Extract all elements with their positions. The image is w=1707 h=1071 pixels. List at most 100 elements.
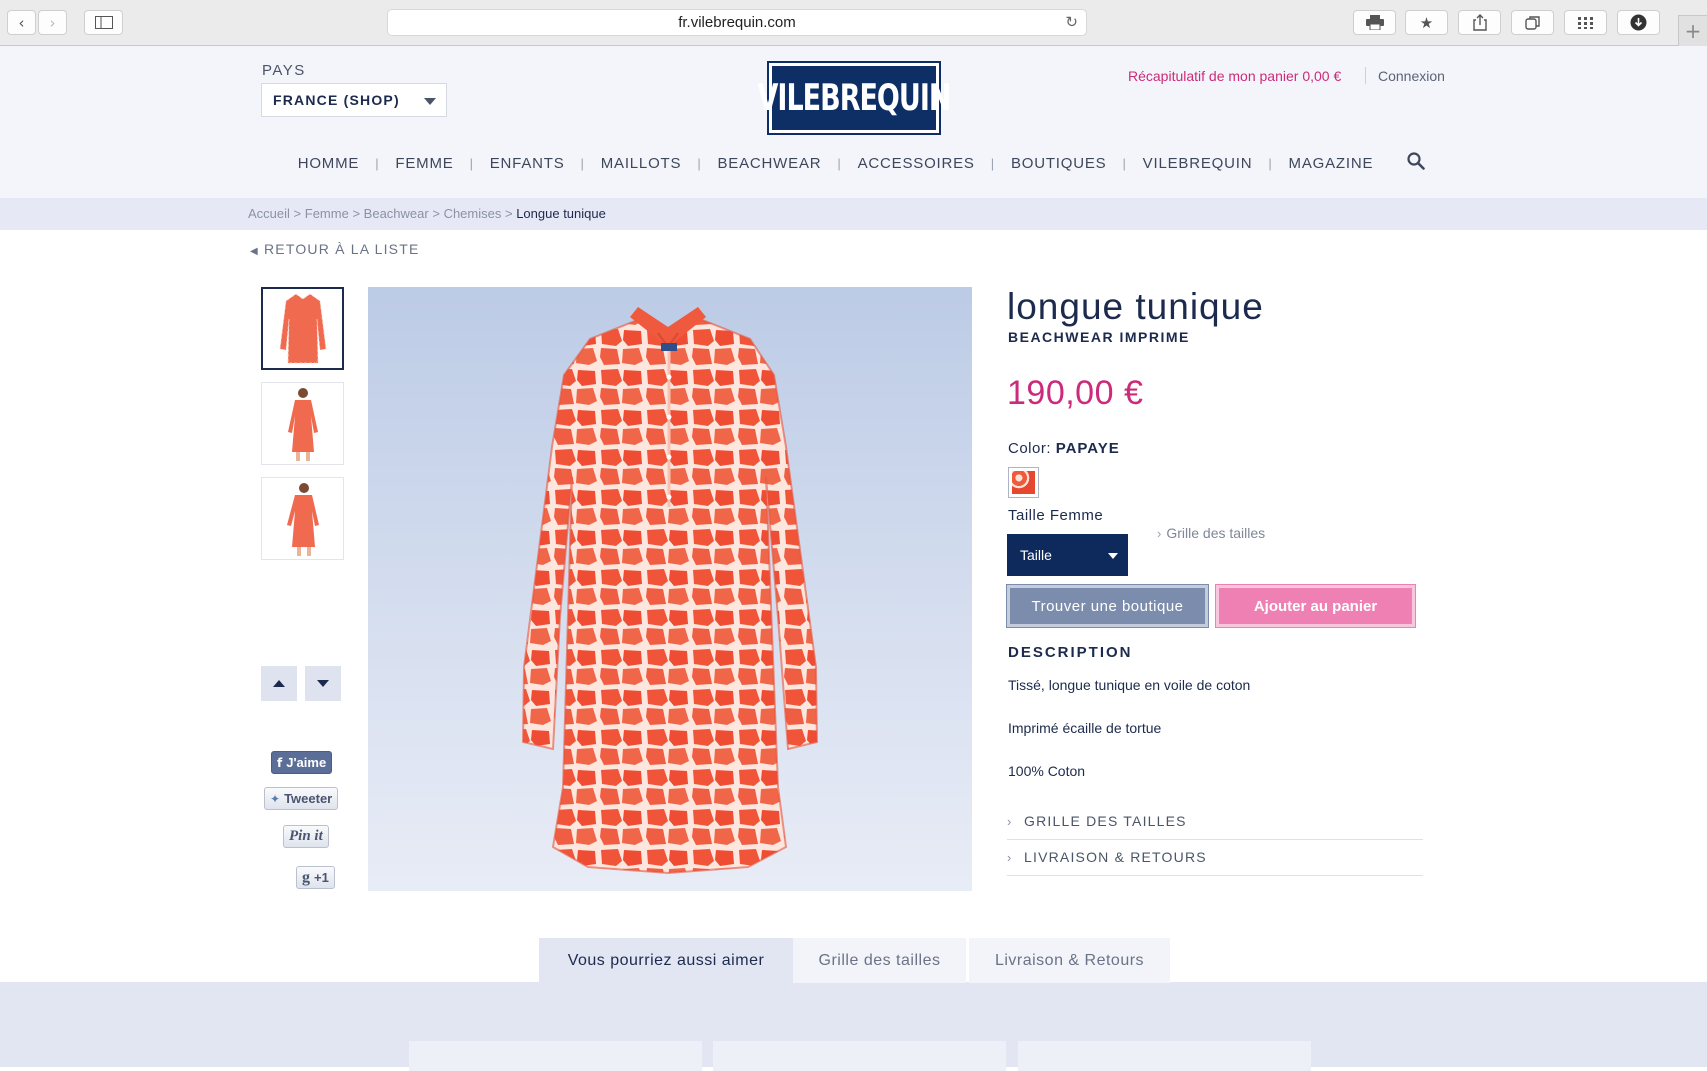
cart-summary-link[interactable]: Récapitulatif de mon panier 0,00 € [1128,68,1341,84]
tab-you-may-also-like[interactable]: Vous pourriez aussi aimer [539,938,793,983]
apps-grid-icon[interactable] [1564,10,1607,35]
logo-text: VILEBREQUIN [757,77,952,119]
vilebrequin-logo[interactable]: VILEBREQUIN [758,61,951,135]
description-line: Tissé, longue tunique en voile de coton [1008,677,1251,693]
caret-left-icon: ◀ [250,246,259,257]
size-select-value: Taille [1020,547,1052,563]
nav-item-magazine[interactable]: MAGAZINE [1273,155,1390,172]
bookmark-star-icon[interactable]: ★ [1405,10,1448,35]
twitter-tweet-button[interactable]: ✦ Tweeter [264,787,339,810]
model-thumbnail-image [287,387,318,461]
breadcrumb-current: Longue tunique [516,206,606,221]
accordion-label: GRILLE DES TAILLES [1024,813,1187,829]
nav-item-vilebrequin[interactable]: VILEBREQUIN [1127,155,1269,172]
description-line: Imprimé écaille de tortue [1008,720,1162,736]
breadcrumb-item-femme[interactable]: Femme [305,206,349,221]
twitter-bird-icon: ✦ [270,791,281,806]
size-label: Taille Femme [1008,507,1104,524]
downloads-icon[interactable] [1617,10,1660,35]
nav-item-beachwear[interactable]: BEACHWEAR [702,155,838,172]
nav-item-accessoires[interactable]: ACCESSOIRES [842,155,991,172]
caret-up-icon [273,680,285,687]
nav-item-maillots[interactable]: MAILLOTS [585,155,698,172]
breadcrumb-item-beachwear[interactable]: Beachwear [364,206,429,221]
reload-icon[interactable]: ↻ [1065,13,1078,31]
nav-item-enfants[interactable]: ENFANTS [474,155,581,172]
add-to-cart-button[interactable]: Ajouter au panier [1215,584,1416,628]
new-tab-icon[interactable]: + [1678,15,1707,46]
caret-down-icon [317,680,329,687]
accordion-label: LIVRAISON & RETOURS [1024,849,1207,865]
url-text: fr.vilebrequin.com [678,14,796,31]
nav-item-femme[interactable]: FEMME [379,155,469,172]
color-row: Color: PAPAYE [1008,440,1120,457]
color-value: PAPAYE [1055,440,1120,457]
size-guide-label: Grille des tailles [1166,525,1266,541]
product-main-image[interactable] [368,287,972,891]
nav-item-homme[interactable]: HOMME [282,155,376,172]
nav-item-boutiques[interactable]: BOUTIQUES [995,155,1123,172]
print-icon[interactable] [1353,10,1396,35]
site-header: PAYS FRANCE (SHOP) VILEBREQUIN Récapitul… [0,46,1707,198]
find-store-button[interactable]: Trouver une boutique [1006,584,1209,628]
pin-it-label: Pin it [289,828,323,844]
thumbnail-scroll-up-button[interactable] [261,666,297,701]
pinterest-pin-button[interactable]: Pin it [283,825,329,848]
search-icon[interactable] [1407,152,1426,170]
chevron-down-icon [424,98,436,105]
header-divider [1365,67,1366,84]
tab-shipping-returns[interactable]: Livraison & Retours [969,938,1170,983]
tabs-overview-icon[interactable] [1511,10,1554,35]
product-thumbnail-front[interactable] [261,287,344,370]
main-nav: HOMME | FEMME | ENFANTS | MAILLOTS | BEACHWE… [0,152,1707,172]
swatch-pattern [1012,471,1035,494]
browser-toolbar: ‹ › fr.vilebrequin.com ↻ ★ + [0,0,1707,46]
google-plus-button[interactable]: g +1 [296,866,335,889]
breadcrumb: Accueil > Femme > Beachwear > Chemises >… [248,206,606,221]
facebook-like-button[interactable]: f J'aime [271,751,333,774]
facebook-icon: f [277,755,283,770]
country-select[interactable]: FRANCE (SHOP) [261,83,447,117]
tab-size-guide[interactable]: Grille des tailles [793,938,966,983]
breadcrumb-separator: > [293,206,302,221]
size-guide-link[interactable]: › Grille des tailles [1157,525,1265,541]
breadcrumb-item-chemises[interactable]: Chemises [444,206,502,221]
product-title: longue tunique [1007,286,1264,327]
color-swatch-papaye[interactable] [1008,467,1039,498]
back-to-list-label: RETOUR À LA LISTE [263,241,420,257]
size-select[interactable]: Taille [1007,534,1128,576]
thumbnail-scroll-down-button[interactable] [305,666,341,701]
country-label: PAYS [262,62,306,79]
chevron-right-icon: › [1007,849,1013,865]
tunic-thumbnail-image [279,293,326,363]
breadcrumb-separator: > [352,206,361,221]
google-plus-label: +1 [314,870,329,885]
breadcrumb-separator: > [432,206,440,221]
model-side-thumbnail-image [286,482,319,556]
forward-arrow-icon[interactable]: › [38,10,67,35]
product-subtitle: BEACHWEAR IMPRIME [1008,329,1190,345]
accordion-shipping-returns[interactable]: › LIVRAISON & RETOURS [1007,839,1423,876]
address-bar[interactable]: fr.vilebrequin.com ↻ [387,9,1087,36]
sidebar-toggle-icon[interactable] [84,10,123,35]
chevron-down-icon [1108,553,1118,559]
back-to-list-link[interactable]: ◀ RETOUR À LA LISTE [250,241,420,257]
back-arrow-icon[interactable]: ‹ [7,10,36,35]
login-link[interactable]: Connexion [1378,68,1445,84]
chevron-right-icon: › [1007,813,1013,829]
accordion-size-guide[interactable]: › GRILLE DES TAILLES [1007,803,1423,840]
facebook-like-label: J'aime [286,755,327,770]
breadcrumb-bar: Accueil > Femme > Beachwear > Chemises >… [0,198,1707,230]
product-thumbnail-model-side[interactable] [261,477,344,560]
share-icon[interactable] [1458,10,1501,35]
breadcrumb-separator: > [504,206,513,221]
google-icon: g [302,868,310,886]
color-label: Color: [1008,440,1052,457]
product-thumbnail-model-front[interactable] [261,382,344,465]
chevron-right-icon: › [1157,526,1162,541]
breadcrumb-item-accueil[interactable]: Accueil [248,206,290,221]
description-heading: DESCRIPTION [1008,644,1133,661]
tweet-label: Tweeter [284,791,333,806]
country-value: FRANCE (SHOP) [273,92,400,108]
tunic-product-photo [521,307,819,875]
